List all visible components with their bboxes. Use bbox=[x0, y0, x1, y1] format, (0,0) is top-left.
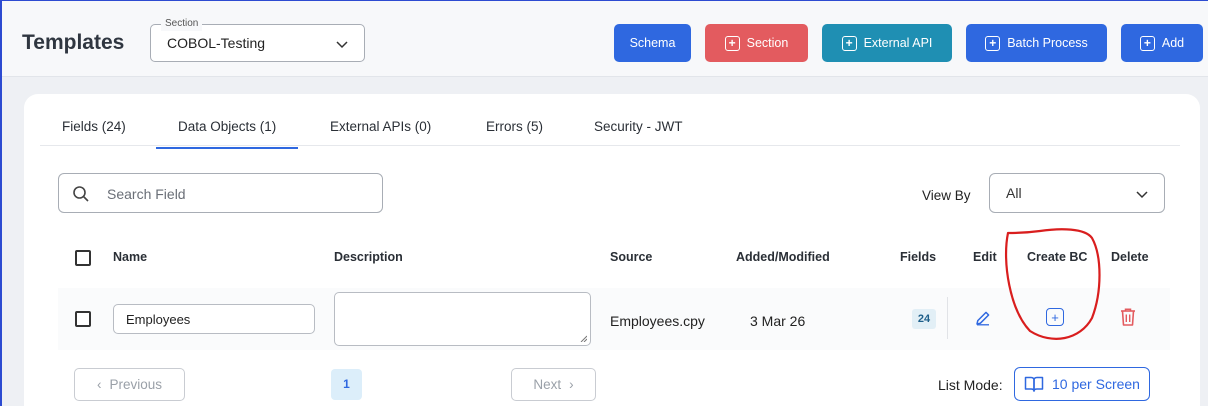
column-header-create-bc: Create BC bbox=[1027, 250, 1088, 264]
previous-page-button[interactable]: ‹ Previous bbox=[74, 368, 185, 401]
chevron-down-icon bbox=[1136, 191, 1148, 199]
name-field[interactable]: Employees bbox=[113, 304, 315, 334]
source-cell: Employees.cpy bbox=[610, 313, 705, 329]
column-header-added-modified: Added/Modified bbox=[736, 250, 830, 264]
section-select[interactable]: Section COBOL-Testing bbox=[150, 17, 365, 62]
add-button[interactable]: + Add bbox=[1121, 24, 1203, 62]
description-field[interactable] bbox=[334, 292, 591, 346]
search-placeholder: Search Field bbox=[107, 186, 186, 202]
book-icon bbox=[1024, 376, 1044, 392]
tab-errors[interactable]: Errors (5) bbox=[486, 119, 543, 147]
page-header: Templates Section COBOL-Testing Schema +… bbox=[2, 1, 1208, 77]
section-select-label: Section bbox=[161, 17, 203, 31]
plus-square-icon: + bbox=[985, 35, 1001, 51]
next-page-button[interactable]: Next › bbox=[511, 368, 596, 401]
plus-square-icon: + bbox=[724, 35, 740, 51]
column-header-name: Name bbox=[113, 250, 148, 264]
list-mode-label: List Mode: bbox=[938, 377, 1003, 393]
per-screen-label: 10 per Screen bbox=[1052, 376, 1140, 392]
add-batch-process-button[interactable]: + Batch Process bbox=[966, 24, 1107, 62]
previous-page-label: Previous bbox=[109, 377, 163, 392]
per-screen-button[interactable]: 10 per Screen bbox=[1014, 367, 1150, 401]
view-by-label: View By bbox=[922, 188, 971, 203]
tab-data-objects[interactable]: Data Objects (1) bbox=[156, 119, 299, 149]
view-by-select[interactable]: All bbox=[989, 173, 1165, 213]
create-bc-plus-icon[interactable]: + bbox=[1046, 308, 1064, 326]
add-button-label: Add bbox=[1161, 36, 1185, 50]
search-icon bbox=[73, 186, 89, 202]
add-section-button-label: Section bbox=[746, 36, 789, 50]
schema-button[interactable]: Schema bbox=[614, 24, 691, 62]
section-select-value: COBOL-Testing bbox=[167, 35, 266, 51]
column-divider bbox=[947, 297, 948, 339]
row-checkbox[interactable] bbox=[75, 311, 91, 327]
select-all-checkbox[interactable] bbox=[75, 250, 91, 266]
next-page-label: Next bbox=[533, 377, 562, 392]
name-field-value: Employees bbox=[126, 312, 191, 327]
add-external-api-button[interactable]: + External API bbox=[822, 24, 952, 62]
add-batch-process-button-label: Batch Process bbox=[1007, 36, 1088, 50]
column-header-edit: Edit bbox=[973, 250, 997, 264]
tab-bar: Fields (24) Data Objects (1) External AP… bbox=[40, 94, 1180, 149]
search-input[interactable]: Search Field bbox=[58, 173, 383, 213]
content-card: Fields (24) Data Objects (1) External AP… bbox=[24, 94, 1200, 406]
resize-grip-icon bbox=[580, 335, 587, 342]
column-header-source: Source bbox=[610, 250, 653, 264]
page-title: Templates bbox=[22, 31, 125, 54]
edit-pencil-icon[interactable] bbox=[974, 309, 992, 327]
tab-security-jwt[interactable]: Security - JWT bbox=[594, 119, 683, 147]
add-section-button[interactable]: + Section bbox=[705, 24, 808, 62]
chevron-left-icon: ‹ bbox=[96, 377, 102, 392]
column-header-fields: Fields bbox=[900, 250, 937, 264]
column-header-delete: Delete bbox=[1111, 250, 1149, 264]
column-header-description: Description bbox=[334, 250, 403, 264]
add-external-api-button-label: External API bbox=[863, 36, 933, 50]
added-modified-cell: 3 Mar 26 bbox=[750, 313, 806, 329]
fields-count-badge: 24 bbox=[912, 309, 936, 329]
tab-external-apis[interactable]: External APIs (0) bbox=[330, 119, 431, 147]
chevron-down-icon bbox=[336, 41, 348, 49]
page-number-button[interactable]: 1 bbox=[331, 369, 362, 400]
schema-button-label: Schema bbox=[629, 36, 676, 50]
chevron-right-icon: › bbox=[569, 377, 574, 392]
tab-fields[interactable]: Fields (24) bbox=[62, 119, 126, 147]
view-by-value: All bbox=[1006, 185, 1022, 201]
trash-icon[interactable] bbox=[1119, 307, 1137, 327]
plus-square-icon: + bbox=[1139, 35, 1155, 51]
plus-square-icon: + bbox=[841, 35, 857, 51]
